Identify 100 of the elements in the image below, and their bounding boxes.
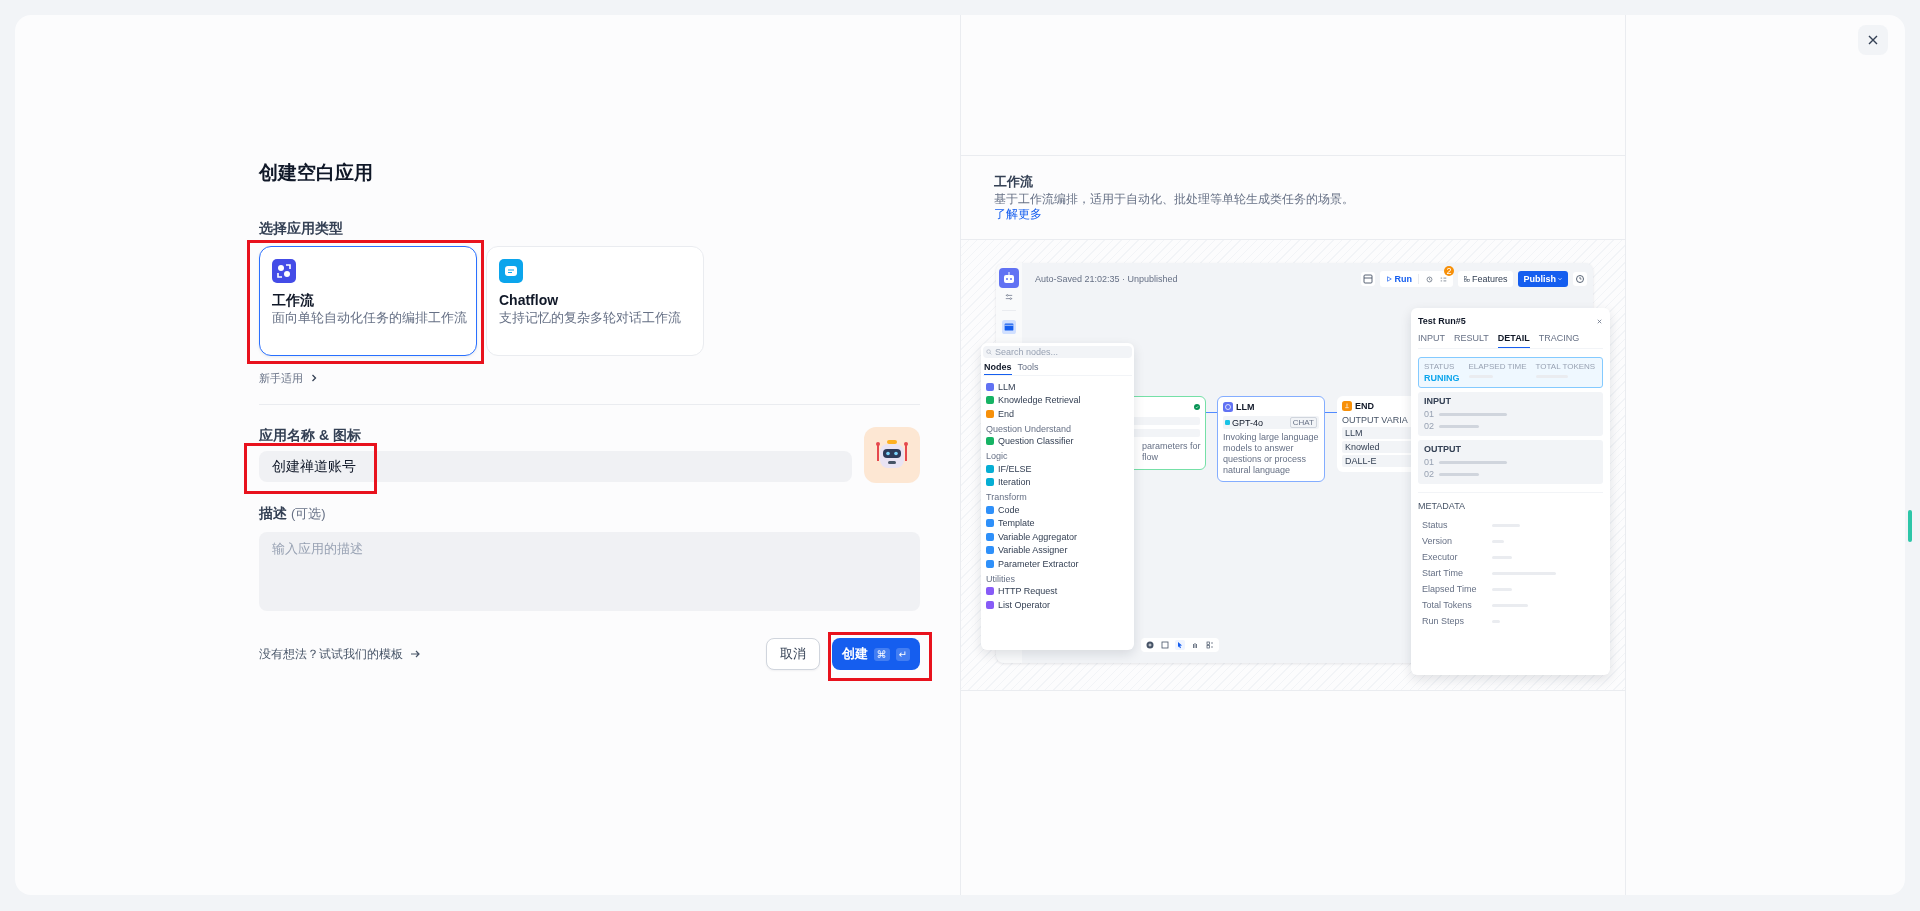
connector-line xyxy=(1206,412,1217,413)
field-label: 应用名称 & 图标 xyxy=(259,426,362,445)
node-type-item[interactable]: Variable Assigner xyxy=(998,545,1068,556)
panel-tab[interactable]: TRACING xyxy=(1538,333,1580,348)
status-label: TOTAL TOKENS xyxy=(1535,362,1596,371)
node-type-item[interactable]: LLM xyxy=(998,381,1016,392)
node-type-item[interactable]: Question Classifier xyxy=(998,436,1074,447)
close-button[interactable] xyxy=(1858,25,1888,55)
status-value: RUNING xyxy=(1424,373,1460,383)
status-label: STATUS xyxy=(1424,362,1456,371)
panel-tab[interactable]: DETAIL xyxy=(1497,333,1530,348)
panel-tab[interactable]: Tools xyxy=(1017,361,1039,375)
layout-icon[interactable] xyxy=(1361,272,1376,286)
chat-icon xyxy=(499,259,523,283)
node-description: Invoking large language models to answer questions or process natural language xyxy=(1223,432,1319,476)
card-title: Chatflow xyxy=(499,291,560,309)
workflow-icon xyxy=(272,259,296,283)
layout-icon[interactable] xyxy=(1205,640,1215,650)
robot-avatar-icon[interactable] xyxy=(864,427,920,483)
dialog-title: 创建空白应用 xyxy=(259,161,374,185)
plus-icon[interactable] xyxy=(1145,640,1155,650)
learn-more-link[interactable]: 了解更多 xyxy=(994,208,1042,220)
node-type-item[interactable]: Template xyxy=(998,518,1035,529)
chevron-down-icon xyxy=(1557,276,1563,282)
node-type-item[interactable]: Iteration xyxy=(998,477,1031,488)
mode-tag: CHAT xyxy=(1289,417,1317,428)
save-status: Auto-Saved 21:02:35 · Unpublished xyxy=(1035,274,1178,284)
field-label: 描述 xyxy=(259,504,287,523)
clock-icon[interactable] xyxy=(1425,275,1433,283)
row-number: 02 xyxy=(1424,469,1434,479)
beginner-link[interactable]: 新手适用 xyxy=(259,370,303,386)
panel-tab[interactable]: RESULT xyxy=(1454,333,1489,348)
template-link[interactable]: 没有想法？试试我们的模板 xyxy=(259,645,403,663)
panel-tab[interactable]: Nodes xyxy=(984,361,1012,375)
row-number: 01 xyxy=(1424,457,1434,467)
description-field[interactable]: 输入应用的描述 xyxy=(259,532,920,611)
node-type-item[interactable]: Knowledge Retrieval xyxy=(998,395,1081,406)
grid-icon xyxy=(1463,276,1470,282)
metadata-label: Run Steps xyxy=(1422,616,1466,626)
app-type-card[interactable]: 工作流 面向单轮自动化任务的编排工作流 xyxy=(259,246,477,356)
cancel-button[interactable]: 取消 xyxy=(765,638,820,670)
hand-icon[interactable] xyxy=(1190,640,1200,650)
shortcut-key: ↵ xyxy=(895,647,910,661)
metadata-label: Total Tokens xyxy=(1422,600,1473,610)
panel-title: Test Run#5 xyxy=(1418,316,1466,326)
metadata-label: Elapsed Time xyxy=(1422,584,1478,594)
chevron-right-icon xyxy=(309,373,319,383)
node-type-item[interactable]: IF/ELSE xyxy=(998,463,1032,474)
features-button[interactable]: Features xyxy=(1457,271,1514,287)
section-title: INPUT xyxy=(1424,396,1452,406)
notification-badge: 2 xyxy=(1443,265,1454,276)
node-type-item[interactable]: List Operator xyxy=(998,599,1051,610)
node-type-item[interactable]: End xyxy=(998,408,1014,419)
checklist-icon[interactable] xyxy=(1439,275,1447,283)
shortcut-key: ⌘ xyxy=(873,647,890,661)
robot-icon xyxy=(999,268,1019,288)
card-title: 工作流 xyxy=(272,291,315,309)
end-icon xyxy=(1342,401,1352,411)
model-name: GPT-4o xyxy=(1232,417,1264,428)
check-icon xyxy=(1194,404,1200,410)
history-icon[interactable] xyxy=(1573,272,1587,286)
node-type-item[interactable]: Code xyxy=(998,504,1020,515)
app-type-card[interactable]: Chatflow 支持记忆的复杂多轮对话工作流 xyxy=(486,246,704,356)
create-button[interactable]: 创建 ⌘ ↵ xyxy=(831,638,920,670)
llm-icon xyxy=(1223,402,1233,412)
note-icon[interactable] xyxy=(1160,640,1170,650)
publish-button[interactable]: Publish xyxy=(1518,271,1568,287)
optional-hint: (可选) xyxy=(291,505,326,523)
placeholder-bar xyxy=(1439,412,1507,416)
node-type-item[interactable]: HTTP Request xyxy=(998,586,1058,597)
sliders-icon xyxy=(1005,293,1013,301)
node-text: flow xyxy=(1142,452,1159,463)
play-icon xyxy=(1386,276,1393,282)
placeholder-bar xyxy=(1439,424,1479,428)
app-name-field[interactable]: 创建禅道账号 xyxy=(259,451,852,482)
row-number: 01 xyxy=(1424,409,1434,419)
placeholder-bar xyxy=(1439,472,1479,476)
node-type-item[interactable]: Variable Aggregator xyxy=(998,531,1077,542)
scroll-indicator xyxy=(1908,510,1912,542)
node-text: parameters for xyxy=(1142,441,1200,452)
arrow-right-icon xyxy=(409,648,421,660)
preview-description: 基于工作流编排，适用于自动化、批处理等单轮生成类任务的场景。 xyxy=(994,193,1354,205)
model-icon xyxy=(1225,420,1230,425)
group-heading: Logic xyxy=(986,451,1009,461)
status-label: ELAPSED TIME xyxy=(1468,362,1527,371)
search-icon xyxy=(986,349,992,355)
group-heading: Utilities xyxy=(986,573,1016,584)
close-icon[interactable] xyxy=(1596,317,1603,325)
preview-title: 工作流 xyxy=(994,174,1034,190)
panel-tab[interactable]: INPUT xyxy=(1418,333,1445,348)
window-icon[interactable] xyxy=(1002,320,1016,334)
metadata-label: Executor xyxy=(1422,552,1459,562)
metadata-label: Status xyxy=(1422,520,1449,530)
node-type-item[interactable]: Parameter Extractor xyxy=(998,558,1079,569)
section-label: 选择应用类型 xyxy=(259,219,344,238)
section-label: OUTPUT VARIA xyxy=(1342,415,1409,425)
group-heading: Question Understand xyxy=(986,423,1073,434)
pointer-icon[interactable] xyxy=(1175,640,1185,650)
metadata-label: Start Time xyxy=(1422,568,1464,578)
placeholder-bar xyxy=(1439,460,1507,464)
